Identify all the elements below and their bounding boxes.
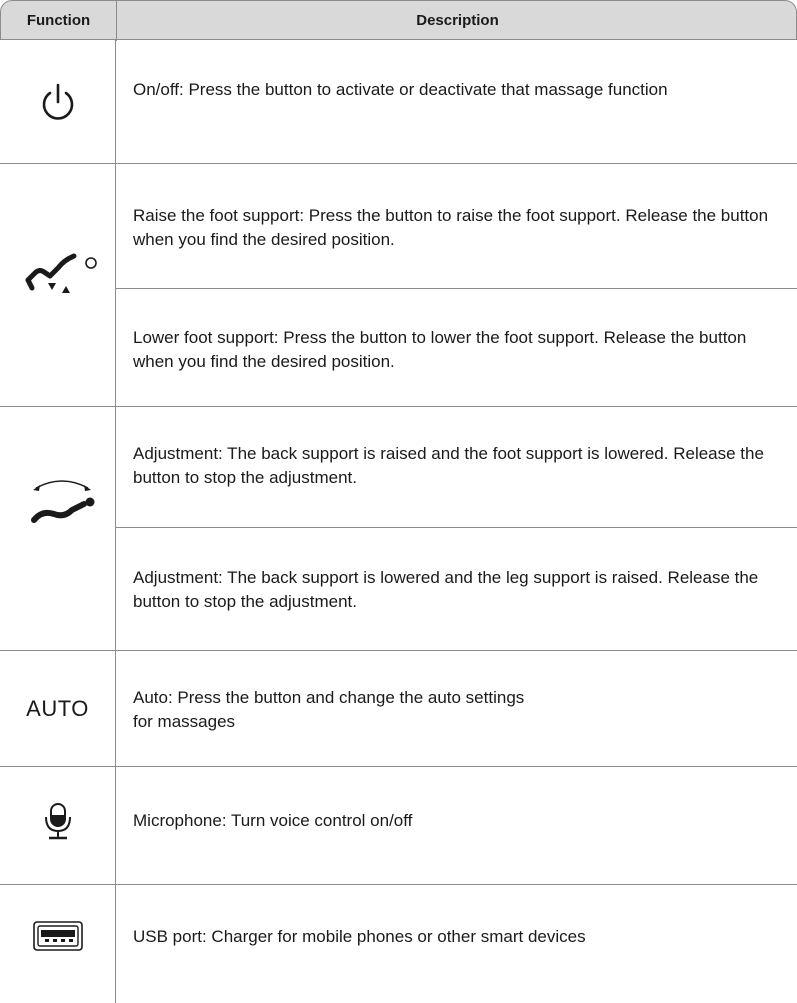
function-column-header: Function [26, 12, 91, 29]
microphone-description: Microphone: Turn voice control on/off [133, 811, 413, 830]
row-divider [115, 288, 797, 289]
power-description: On/off: Press the button to activate or … [133, 80, 668, 99]
column-divider [115, 40, 116, 1003]
lower-foot-description: Lower foot support: Press the button to … [133, 328, 747, 371]
usb-description: USB port: Charger for mobile phones or o… [133, 927, 586, 946]
raise-foot-description: Raise the foot support: Press the button… [133, 206, 769, 249]
description-column-header: Description [416, 12, 499, 29]
usb-port-icon [33, 921, 83, 956]
adjustment-lower-back-description: Adjustment: The back support is lowered … [133, 568, 759, 611]
recline-icon [28, 474, 98, 531]
row-divider [0, 766, 797, 767]
auto-label: AUTO [26, 696, 89, 721]
power-icon [39, 82, 77, 127]
row-divider [115, 527, 797, 528]
foot-support-icon [22, 250, 102, 305]
microphone-icon [41, 797, 75, 846]
row-divider [0, 884, 797, 885]
adjustment-raise-back-description: Adjustment: The back support is raised a… [133, 444, 764, 487]
row-divider [0, 163, 797, 164]
table-header: Function Description [0, 0, 797, 41]
auto-description: Auto: Press the button and change the au… [133, 688, 525, 731]
row-divider [0, 650, 797, 651]
row-divider [0, 406, 797, 407]
